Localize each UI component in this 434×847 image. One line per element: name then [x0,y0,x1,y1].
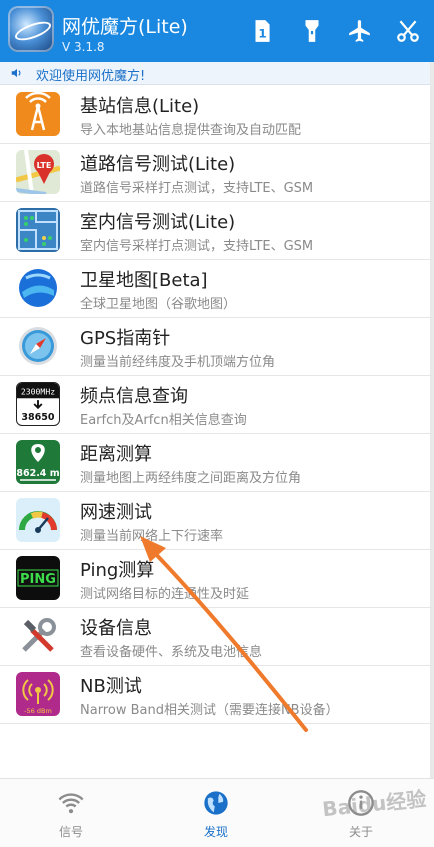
nb-signal-icon: -56 dBm [16,672,60,716]
item-title: GPS指南针 [80,328,171,349]
floorplan-icon [16,208,60,252]
list-item-gps-compass[interactable]: GPS指南针 测量当前经纬度及手机顶端方位角 [0,317,434,376]
app-title: 网优魔方(Lite) [62,16,188,38]
list-item-indoor-test[interactable]: 室内信号测试(Lite) 室内信号采样打点测试，支持LTE、GSM [0,201,434,260]
flashlight-icon [305,20,319,42]
list-item-speed-test[interactable]: 网速测试 测量当前网络上下行速率 [0,491,434,550]
earth-icon [16,266,60,310]
svg-text:1: 1 [258,27,266,41]
tools-icon [16,614,60,658]
item-title: Ping测算 [80,560,155,581]
airplane-button[interactable] [346,16,374,46]
scissors-icon [397,20,419,42]
list-item-frequency-lookup[interactable]: 2300MHz 38650 频点信息查询 Earfch及Arfcn相关信息查询 [0,375,434,434]
list-item-ping[interactable]: PING Ping测算 测试网络目标的连通性及时延 [0,549,434,608]
item-subtitle: 道路信号采样打点测试，支持LTE、GSM [80,181,314,196]
airplane-icon [349,20,370,42]
sim-card-icon: 1 [255,20,270,42]
item-subtitle: 查看设备硬件、系统及电池信息 [80,645,263,660]
signal-icon [58,793,84,814]
frequency-icon: 2300MHz 38650 [16,382,60,426]
list-item-device-info[interactable]: 设备信息 查看设备硬件、系统及电池信息 [0,607,434,666]
item-subtitle: Narrow Band相关测试（需要连接NB设备） [80,703,339,718]
tab-label: 发现 [203,825,228,839]
list-item-nb-test[interactable]: -56 dBm NB测试 Narrow Band相关测试（需要连接NB设备） [0,665,434,724]
item-subtitle: 测量当前网络上下行速率 [80,529,224,544]
item-subtitle: 导入本地基站信息提供查询及自动匹配 [80,123,302,138]
welcome-notice: 欢迎使用网优魔方! [0,62,434,85]
item-subtitle: 全球卫星地图（谷歌地图） [80,297,237,312]
svg-text:-56 dBm: -56 dBm [24,707,52,715]
sim-card-button[interactable]: 1 [248,16,276,46]
tab-discover[interactable]: 发现 [171,789,261,845]
app-logo [8,6,54,52]
list-item-satellite-map[interactable]: 卫星地图[Beta] 全球卫星地图（谷歌地图） [0,259,434,318]
speaker-icon [11,68,21,78]
globe-icon [204,791,228,815]
item-title: 道路信号测试(Lite) [80,154,236,175]
tab-signal[interactable]: 信号 [26,789,116,845]
item-title: 距离测算 [80,444,152,465]
app-header: 网优魔方(Lite) V 3.1.8 1 [0,0,434,62]
item-title: 室内信号测试(Lite) [80,212,236,233]
list-item-cell-info[interactable]: 基站信息(Lite) 导入本地基站信息提供查询及自动匹配 [0,85,434,144]
notice-text: 欢迎使用网优魔方! [36,69,146,84]
item-title: NB测试 [80,676,142,697]
cell-tower-icon [16,92,60,136]
svg-text:LTE: LTE [37,161,52,170]
speedometer-icon [16,498,60,542]
item-title: 频点信息查询 [80,386,188,407]
ping-icon: PING [16,556,60,600]
app-version: V 3.1.8 [62,40,105,54]
item-title: 卫星地图[Beta] [80,270,208,291]
list-item-road-test[interactable]: LTE 道路信号测试(Lite) 道路信号采样打点测试，支持LTE、GSM [0,143,434,202]
tab-label: 关于 [348,825,373,839]
svg-text:2300MHz: 2300MHz [21,386,55,396]
flashlight-button[interactable] [298,16,326,46]
compass-icon [16,324,60,368]
item-subtitle: 室内信号采样打点测试，支持LTE、GSM [80,239,314,254]
tab-label: 信号 [58,825,83,839]
item-title: 基站信息(Lite) [80,96,200,117]
item-subtitle: 测试网络目标的连通性及时延 [80,587,250,602]
svg-text:38650: 38650 [21,412,55,423]
item-title: 网速测试 [80,502,152,523]
item-title: 设备信息 [80,618,152,639]
map-lte-icon: LTE [16,150,60,194]
item-subtitle: Earfch及Arfcn相关信息查询 [80,413,247,428]
item-subtitle: 测量地图上两经纬度之间距离及方位角 [80,471,302,486]
scissors-button[interactable] [394,16,422,46]
distance-icon: 862.4 m [16,440,60,484]
list-item-distance[interactable]: 862.4 m 距离测算 测量地图上两经纬度之间距离及方位角 [0,433,434,492]
item-subtitle: 测量当前经纬度及手机顶端方位角 [80,355,276,370]
svg-text:PING: PING [20,572,56,587]
svg-text:862.4 m: 862.4 m [16,468,59,479]
